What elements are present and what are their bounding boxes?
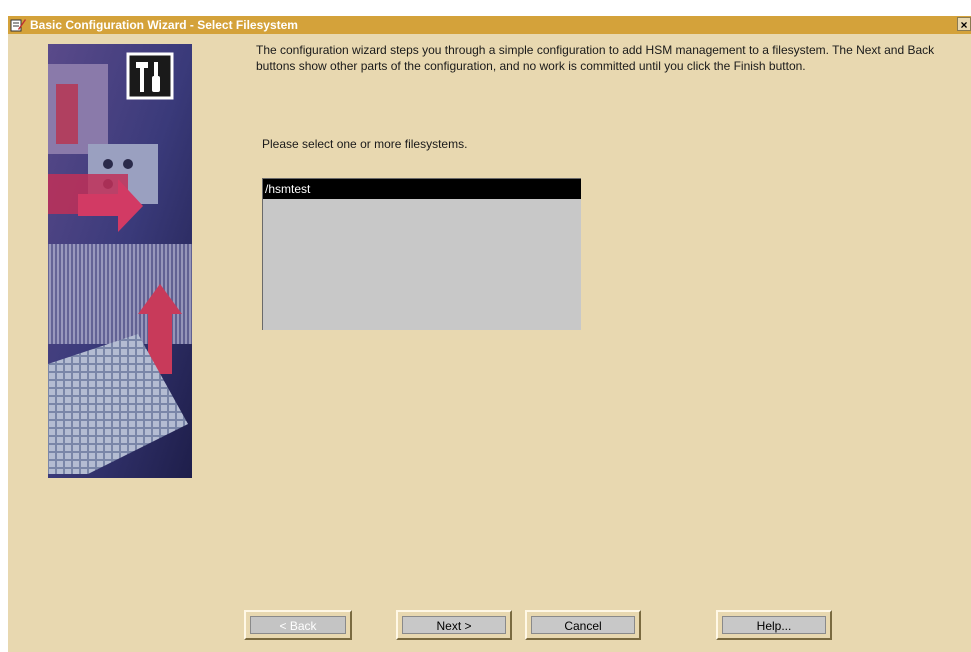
cancel-button-label: Cancel: [531, 616, 635, 634]
wizard-icon: [10, 18, 26, 32]
caption-strip: [0, 0, 971, 5]
filesystem-list[interactable]: /hsmtest: [262, 178, 581, 330]
back-button-label: < Back: [250, 616, 346, 634]
select-prompt: Please select one or more filesystems.: [262, 137, 468, 151]
filesystem-item[interactable]: /hsmtest: [263, 179, 581, 199]
intro-text: The configuration wizard steps you throu…: [256, 43, 935, 73]
next-button-label: Next >: [402, 616, 506, 634]
help-button[interactable]: Help...: [716, 610, 832, 640]
cancel-button[interactable]: Cancel: [525, 610, 641, 640]
window-title: Basic Configuration Wizard - Select File…: [30, 18, 298, 32]
wizard-illustration: [48, 44, 192, 478]
help-button-label: Help...: [722, 616, 826, 634]
back-button[interactable]: < Back: [244, 610, 352, 640]
close-icon[interactable]: ×: [957, 17, 971, 32]
next-button[interactable]: Next >: [396, 610, 512, 640]
wizard-window: Basic Configuration Wizard - Select File…: [8, 16, 971, 652]
title-bar[interactable]: Basic Configuration Wizard - Select File…: [8, 16, 971, 34]
